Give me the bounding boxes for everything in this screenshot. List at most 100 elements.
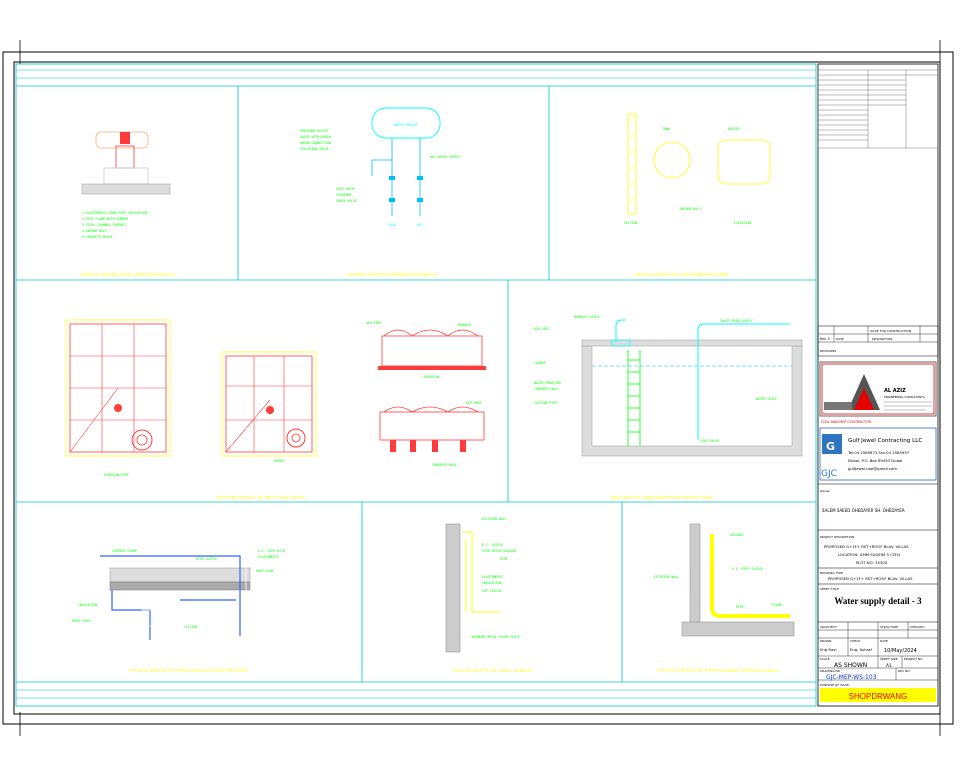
panel-water-heater-connection: WATER HEATER PRESSURE RELIEF VALVE WITH … [300,107,461,277]
svg-text:VALVE WITH DRAIN: VALVE WITH DRAIN [300,135,331,139]
project-desc-2: LOCATION: UMM SUQEIM 3 (335) [838,552,901,557]
owner-label: Owner [820,489,831,493]
svg-text:INSULATION: INSULATION [482,581,501,585]
sheet-title: Water supply detail - 3 [834,596,922,606]
svg-text:G.I. SLEEVE: G.I. SLEEVE [482,543,503,547]
svg-text:PRESSURE RELIEF: PRESSURE RELIEF [300,129,329,133]
panel-pipe-support: 1.ELASTOMERIC FOAM PIPE INSULATION 2.PIP… [79,108,177,277]
date-value: 10/May/2024 [884,648,917,654]
arch-label: ARCHITECT [820,625,837,629]
sheet-title-label: SHEET TITLE [820,587,839,591]
rev-table-head-desc: DESCRIPTION [872,337,892,341]
purpose-value: SHOPDRWANG [849,692,908,701]
svg-text:SEALANT: SEALANT [730,533,744,537]
checker-label: CHECKED [910,625,925,629]
svg-text:3.STEEL CHANNEL SUPPORT: 3.STEEL CHANNEL SUPPORT [82,223,126,227]
svg-text:OVERFLOW PIPE: OVERFLOW PIPE [104,473,129,477]
svg-text:WATER LEVEL: WATER LEVEL [756,397,777,401]
drawing-no-label: DRAWING NO [820,669,841,673]
sheet-size-label: SHEET SIZE [880,657,898,661]
svg-text:CONCRETE WALL: CONCRETE WALL [534,387,559,391]
svg-text:SUCTION PIPE: SUCTION PIPE [534,401,557,405]
consultant-block: AL AZIZ ENGINEERING CONSULTANTS [819,361,937,417]
svg-text:5.CONCRETE BLOCK: 5.CONCRETE BLOCK [82,235,113,239]
svg-text:UNION CONNECTION: UNION CONNECTION [300,141,331,145]
svg-text:TANK: TANK [662,127,670,131]
svg-text:ANCHOR BOLT: ANCHOR BOLT [680,207,701,211]
svg-text:ELASTOMERIC: ELASTOMERIC [258,555,279,559]
building-type: PROPOSED G+1F+ RST+ROOF BLAV. VILLAS [828,576,913,581]
svg-text:G: G [826,440,835,453]
date-label: DATE [880,639,888,643]
svg-text:FOOT VALVE: FOOT VALVE [700,439,719,443]
contractor-logo: GJC [821,469,837,479]
drawing-sheet: 1.ELASTOMERIC FOAM PIPE INSULATION 2.PIP… [2,40,954,736]
scale-value: AS SHOWN [834,662,867,669]
rev-notes-label: REVISIONS [820,349,836,353]
svg-text:PIPE: PIPE [500,557,508,561]
svg-text:WATER PROOFING: WATER PROOFING [534,381,561,385]
panel-title-6: TYPICAL DETAIL OF PIPE INSTALLATION ON R… [128,668,248,673]
svg-text:CEILING: CEILING [184,625,198,629]
svg-text:AIR VENT: AIR VENT [366,321,381,325]
svg-text:LADDER: LADDER [534,361,546,365]
contractor-addr: Dubai, P.O. Box 89493 Dubai [848,458,902,463]
panel-underground-tank: AIR VENTMANHOLE COVER INLET FROM SUPPLY … [534,315,803,500]
drawing-no-value: GJC-MEP-WS-103 [826,674,877,681]
svg-text:2.PIPE CLAMP WITH RUBBER: 2.PIPE CLAMP WITH RUBBER [82,217,128,221]
structure-label: STRUCTURE [880,625,898,629]
svg-text:CONCRETE BASE: CONCRETE BASE [432,463,457,467]
svg-text:PIPE: PIPE [736,605,744,609]
title-block: Rev. 0 DATE ISSUE FOR CONSTRUCTION DESCR… [817,63,939,707]
sheet-size-value: A1 [886,663,892,669]
project-desc-3: PLOT NO: 3530X [856,560,888,565]
project-no-label: PROJECT NO [904,657,923,661]
rev-table-head-date: DATE [836,337,844,341]
rev-label: REV NO [898,669,910,673]
svg-text:FLOOR: FLOOR [772,603,782,607]
svg-text:PIPE SLEEVE: PIPE SLEEVE [196,557,217,561]
water-heater-label: WATER HEATER [394,123,417,127]
panel-title-8: TYPICAL DETAIL OF PIPE PASSING THROUGH W… [656,668,779,673]
contractor-email: gulfjewel.uae@gmail.com [848,466,897,471]
svg-text:CHECK VALVE: CHECK VALVE [336,199,357,203]
panel-title-3: INSTALLATION OF THE WATER HEATER [635,272,729,277]
svg-text:SECTION: SECTION [624,221,638,225]
owner-name: SALEM SAEED OHEDAYER SH. OHEDAYER [822,508,905,513]
svg-text:ELASTOMERIC: ELASTOMERIC [482,575,503,579]
svg-text:AIR VENT: AIR VENT [534,327,549,331]
project-label: PROJECT DESCRIPTION [820,535,854,539]
consultant-name: AL AZIZ [884,388,906,394]
drawn-by: Eng Ravi [820,647,837,652]
consultant-sub: ENGINEERING CONSULTANTS [884,395,925,399]
project-desc-1: PROPOSED G+1F+ RST+ROOF BLAV. VILLAS [824,544,909,549]
svg-text:EXTERIOR WALL: EXTERIOR WALL [654,575,679,579]
svg-text:EXISTING WALL: EXISTING WALL [482,517,507,521]
svg-text:G.I. PIPE SLEEVE: G.I. PIPE SLEEVE [732,567,763,571]
svg-text:ROOF SLAB: ROOF SLAB [256,569,273,573]
svg-text:ROOF LEVEL: ROOF LEVEL [72,619,91,623]
svg-text:HEATER: HEATER [728,127,740,131]
contractor-name: Gulf Jewel Contracting LLC [848,438,922,444]
svg-text:4.ANCHOR BOLT: 4.ANCHOR BOLT [82,229,107,233]
elevation-label: ELEVATION [734,221,751,225]
panel-roof-pipe: SUPPORT CLAMP PIPE SLEEVE G.I. PIPE WITH E… [72,520,285,673]
svg-text:HOT WATER SUPPLY: HOT WATER SUPPLY [430,155,461,159]
svg-text:MANHOLE COVER: MANHOLE COVER [574,315,599,319]
rev-row-desc: ISSUE FOR CONSTRUCTION [870,329,911,333]
scale-label: SCALE [820,657,830,661]
panel-heater-installation: TANK ANCHOR BOLT HEATER SECTION ELEVATIO… [624,113,771,277]
building-label: BUILDING TYPE [820,571,843,575]
hot-label: HOT [417,223,423,227]
panel-title-4: GRP SECTIONAL WATER TANK DETAIL [217,495,308,500]
svg-text:G.I. PIPE WITH: G.I. PIPE WITH [258,549,285,553]
rev-row-no: Rev. 0 [820,337,830,341]
svg-text:OVERFLOW: OVERFLOW [424,375,439,379]
contractor-heading: CIVIL AND MEP CONTRACTOR [821,420,872,424]
svg-text:AIR VENT: AIR VENT [466,401,481,405]
svg-text:SUPPORT CLAMP: SUPPORT CLAMP [112,549,137,553]
svg-text:STRAINER: STRAINER [336,193,351,197]
checked-by: Eng. Ashraf [850,647,872,652]
svg-text:FIRE RATED SEALANT: FIRE RATED SEALANT [482,549,517,553]
checked-label: CHECK [850,639,861,643]
